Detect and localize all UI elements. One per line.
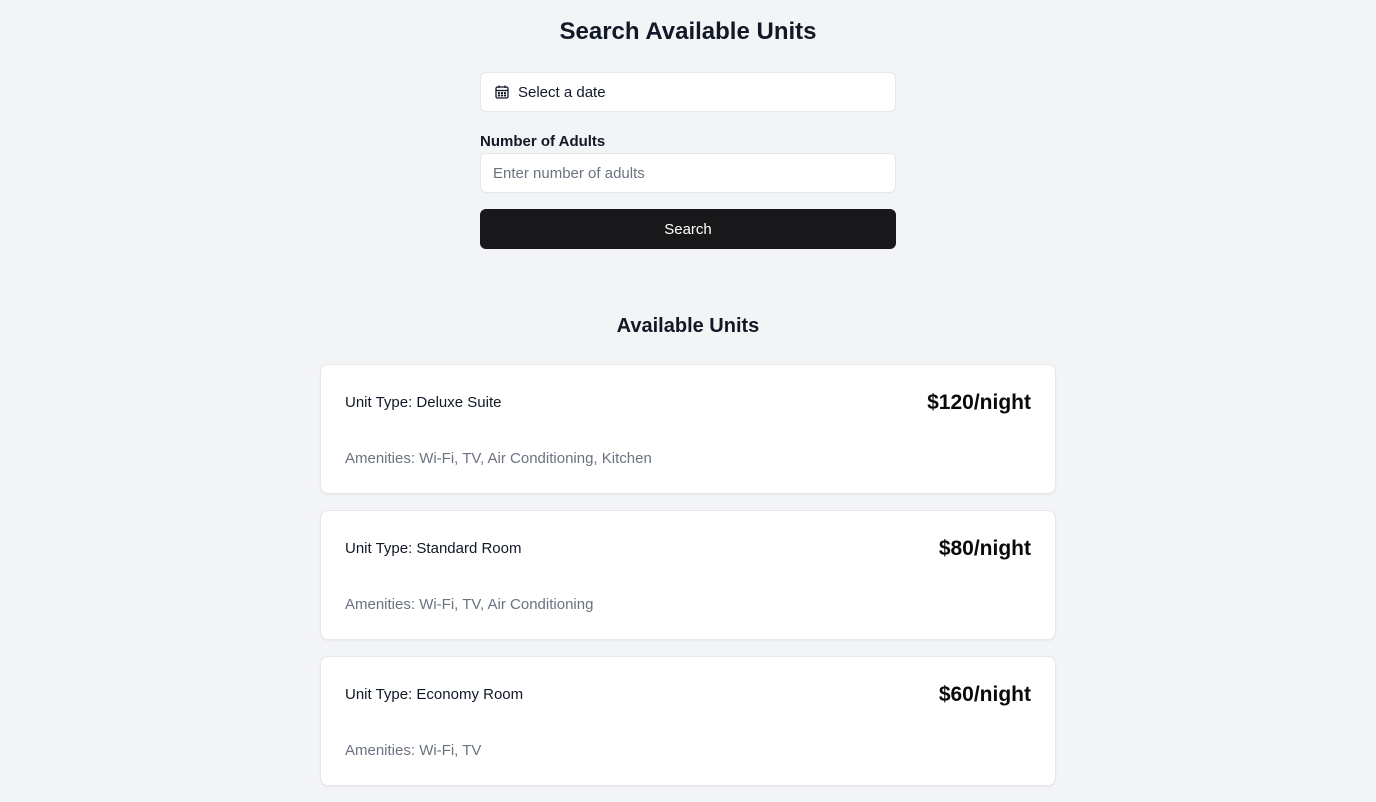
date-picker-label: Select a date (518, 83, 606, 101)
units-list: Unit Type: Deluxe Suite $120/night Ameni… (320, 364, 1056, 802)
unit-type: Unit Type: Standard Room (345, 540, 522, 557)
unit-amenities: Amenities: Wi-Fi, TV, Air Conditioning, … (345, 450, 652, 467)
calendar-icon (494, 84, 510, 100)
search-form: Select a date Number of Adults Search (480, 72, 896, 249)
unit-price: $60/night (938, 683, 1031, 706)
unit-type: Unit Type: Economy Room (345, 686, 524, 703)
unit-amenities: Amenities: Wi-Fi, TV (345, 742, 482, 759)
unit-card: Unit Type: Standard Room $80/night Ameni… (320, 510, 1056, 640)
unit-price: $120/night (927, 391, 1031, 414)
adults-input[interactable] (480, 153, 896, 193)
search-button[interactable]: Search (480, 209, 896, 249)
date-picker-button[interactable]: Select a date (480, 72, 896, 112)
unit-card: Unit Type: Economy Room $60/night Amenit… (320, 656, 1056, 786)
unit-amenities: Amenities: Wi-Fi, TV, Air Conditioning (345, 596, 594, 613)
page-title: Search Available Units (559, 18, 817, 45)
unit-price: $80/night (938, 537, 1031, 560)
available-units-title: Available Units (616, 315, 760, 337)
unit-type: Unit Type: Deluxe Suite (345, 394, 502, 411)
unit-card: Unit Type: Deluxe Suite $120/night Ameni… (320, 364, 1056, 494)
page: Search Available Units Select a date Num… (0, 0, 1376, 802)
adults-label: Number of Adults (480, 133, 606, 150)
